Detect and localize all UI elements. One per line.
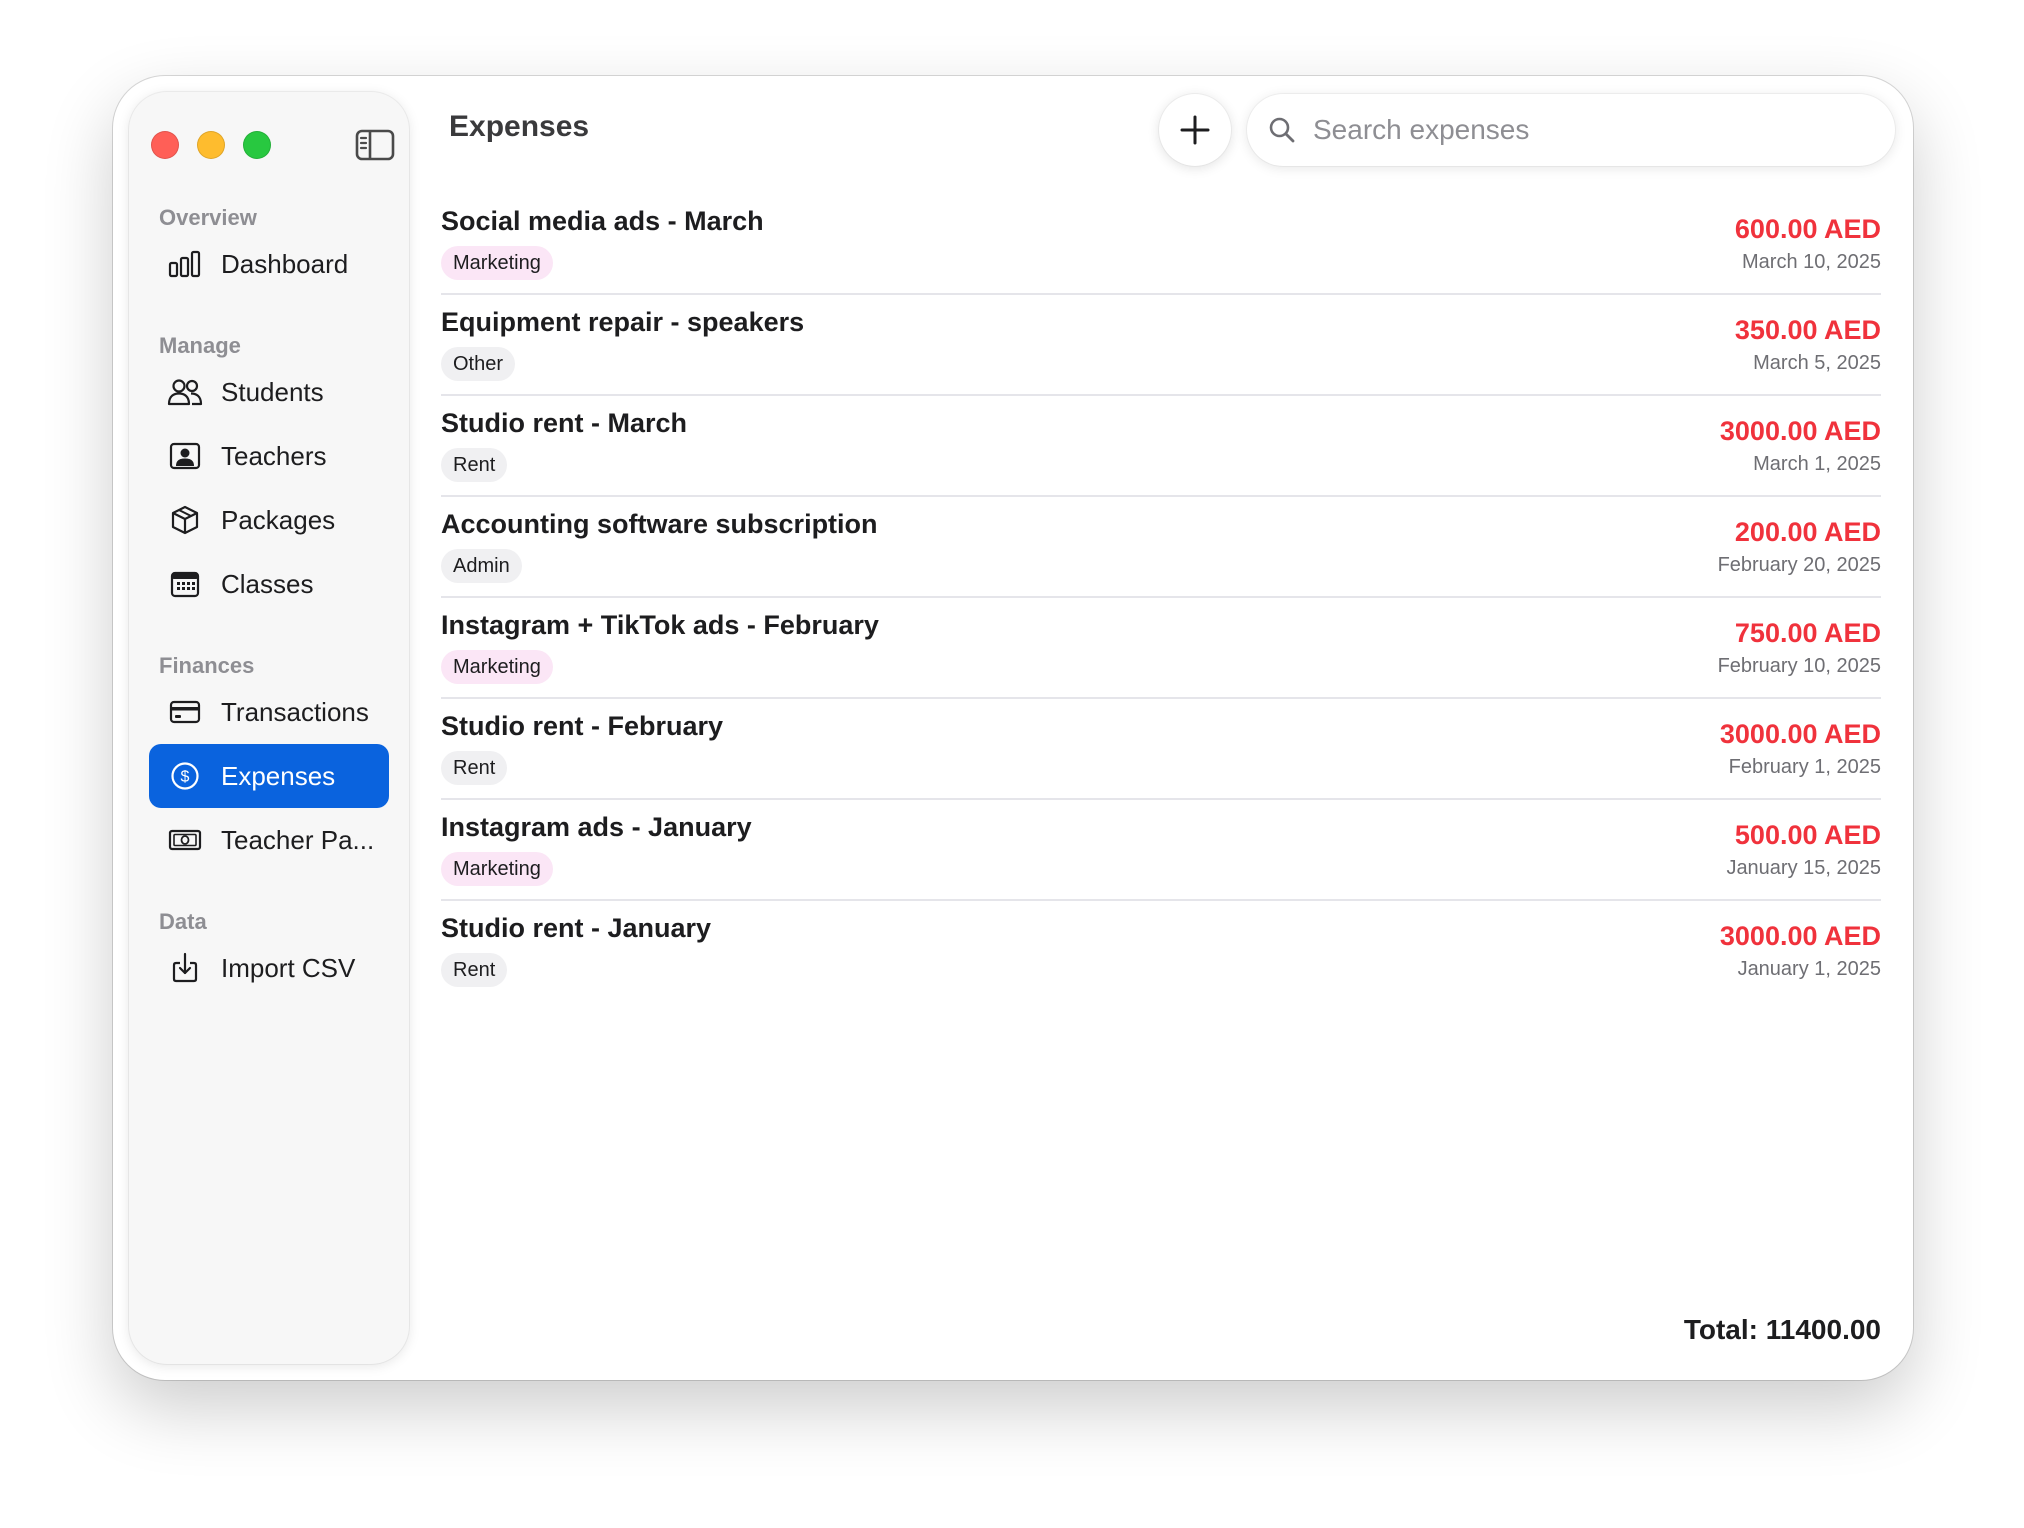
sidebar-toggle-button[interactable] — [355, 128, 395, 162]
sidebar-item-import-csv[interactable]: Import CSV — [149, 936, 389, 1000]
expense-date: January 1, 2025 — [1737, 958, 1881, 980]
sidebar-item-label: Classes — [221, 568, 314, 599]
sidebar-item-transactions[interactable]: Transactions — [149, 680, 389, 744]
section-label-finances: Finances — [159, 653, 255, 678]
sidebar-item-expenses[interactable]: $ Expenses — [149, 744, 389, 808]
category-badge: Rent — [441, 448, 508, 482]
expense-date: January 15, 2025 — [1726, 857, 1881, 879]
sidebar-item-label: Import CSV — [221, 952, 356, 983]
expense-amount: 350.00 AED — [1734, 315, 1881, 345]
expense-name: Studio rent - March — [441, 408, 688, 438]
expense-row[interactable]: Social media ads - March Marketing 600.0… — [441, 194, 1881, 295]
minimize-window-button[interactable] — [197, 131, 225, 159]
expense-row[interactable]: Accounting software subscription Admin 2… — [441, 497, 1881, 598]
expense-date: March 5, 2025 — [1753, 352, 1881, 374]
expense-date: February 20, 2025 — [1717, 554, 1881, 576]
sidebar-item-label: Transactions — [221, 696, 369, 727]
zoom-window-button[interactable] — [243, 131, 271, 159]
expense-amount: 500.00 AED — [1734, 820, 1881, 850]
sidebar-item-label: Expenses — [221, 760, 336, 791]
expense-amount: 750.00 AED — [1734, 618, 1881, 648]
expense-name: Equipment repair - speakers — [441, 307, 805, 337]
expense-name: Studio rent - January — [441, 913, 712, 943]
sidebar-item-label: Packages — [221, 504, 336, 535]
expense-date: February 10, 2025 — [1717, 655, 1881, 677]
sidebar-item-teachers[interactable]: Teachers — [149, 424, 389, 488]
banknote-icon — [167, 822, 203, 858]
page-title: Expenses — [449, 110, 590, 143]
expense-name: Studio rent - February — [441, 711, 724, 741]
sidebar-item-label: Dashboard — [221, 248, 349, 279]
expense-date: February 1, 2025 — [1728, 756, 1881, 778]
svg-text:$: $ — [181, 769, 190, 786]
close-window-button[interactable] — [151, 131, 179, 159]
category-badge: Marketing — [441, 246, 553, 280]
box-icon — [167, 502, 203, 538]
section-label-overview: Overview — [159, 205, 257, 230]
sidebar-item-label: Students — [221, 376, 324, 407]
category-badge: Marketing — [441, 650, 553, 684]
expense-date: March 1, 2025 — [1753, 453, 1881, 475]
expense-name: Instagram + TikTok ads - February — [441, 610, 879, 640]
category-badge: Other — [441, 347, 516, 381]
expense-date: March 10, 2025 — [1742, 251, 1881, 273]
section-label-manage: Manage — [159, 333, 241, 358]
category-badge: Admin — [441, 549, 522, 583]
expense-row[interactable]: Instagram + TikTok ads - February Market… — [441, 598, 1881, 699]
credit-card-icon — [167, 694, 203, 730]
expense-name: Instagram ads - January — [441, 812, 752, 842]
search-icon — [1269, 117, 1295, 143]
app-window: Overview Dashboard Manage Students Teach… — [113, 76, 1913, 1380]
person-card-icon — [167, 438, 203, 474]
expense-row[interactable]: Instagram ads - January Marketing 500.00… — [441, 800, 1881, 901]
expense-row[interactable]: Studio rent - January Rent 3000.00 AED J… — [441, 901, 1881, 1000]
sidebar-item-dashboard[interactable]: Dashboard — [149, 232, 389, 296]
sidebar-item-label: Teacher Pa... — [221, 824, 375, 855]
sidebar-item-packages[interactable]: Packages — [149, 488, 389, 552]
sidebar-item-students[interactable]: Students — [149, 360, 389, 424]
plus-icon — [1180, 115, 1210, 145]
sidebar: Overview Dashboard Manage Students Teach… — [129, 92, 409, 1364]
import-icon — [167, 950, 203, 986]
expense-amount: 600.00 AED — [1734, 214, 1881, 244]
expense-amount: 3000.00 AED — [1719, 921, 1881, 951]
expense-row[interactable]: Studio rent - February Rent 3000.00 AED … — [441, 699, 1881, 800]
add-expense-button[interactable] — [1159, 94, 1231, 166]
sidebar-item-classes[interactable]: Classes — [149, 552, 389, 616]
sidebar-item-label: Teachers — [221, 440, 327, 471]
expense-name: Accounting software subscription — [441, 509, 878, 539]
search-field[interactable] — [1247, 94, 1895, 166]
expense-row[interactable]: Studio rent - March Rent 3000.00 AED Mar… — [441, 396, 1881, 497]
category-badge: Rent — [441, 953, 508, 987]
search-input[interactable] — [1311, 113, 1875, 147]
category-badge: Rent — [441, 751, 508, 785]
expense-amount: 200.00 AED — [1734, 517, 1881, 547]
people-icon — [167, 374, 203, 410]
category-badge: Marketing — [441, 852, 553, 886]
expense-row[interactable]: Equipment repair - speakers Other 350.00… — [441, 295, 1881, 396]
sidebar-item-teacher-payments[interactable]: Teacher Pa... — [149, 808, 389, 872]
expenses-total: Total: 11400.00 — [1683, 1314, 1881, 1345]
expense-list: Social media ads - March Marketing 600.0… — [441, 194, 1881, 1000]
dollar-circle-icon: $ — [167, 758, 203, 794]
chart-bar-icon — [167, 246, 203, 282]
calendar-icon — [167, 566, 203, 602]
sidebar-toggle-icon — [355, 129, 395, 161]
expense-amount: 3000.00 AED — [1719, 416, 1881, 446]
expense-amount: 3000.00 AED — [1719, 719, 1881, 749]
section-label-data: Data — [159, 909, 207, 934]
expense-name: Social media ads - March — [441, 206, 764, 236]
